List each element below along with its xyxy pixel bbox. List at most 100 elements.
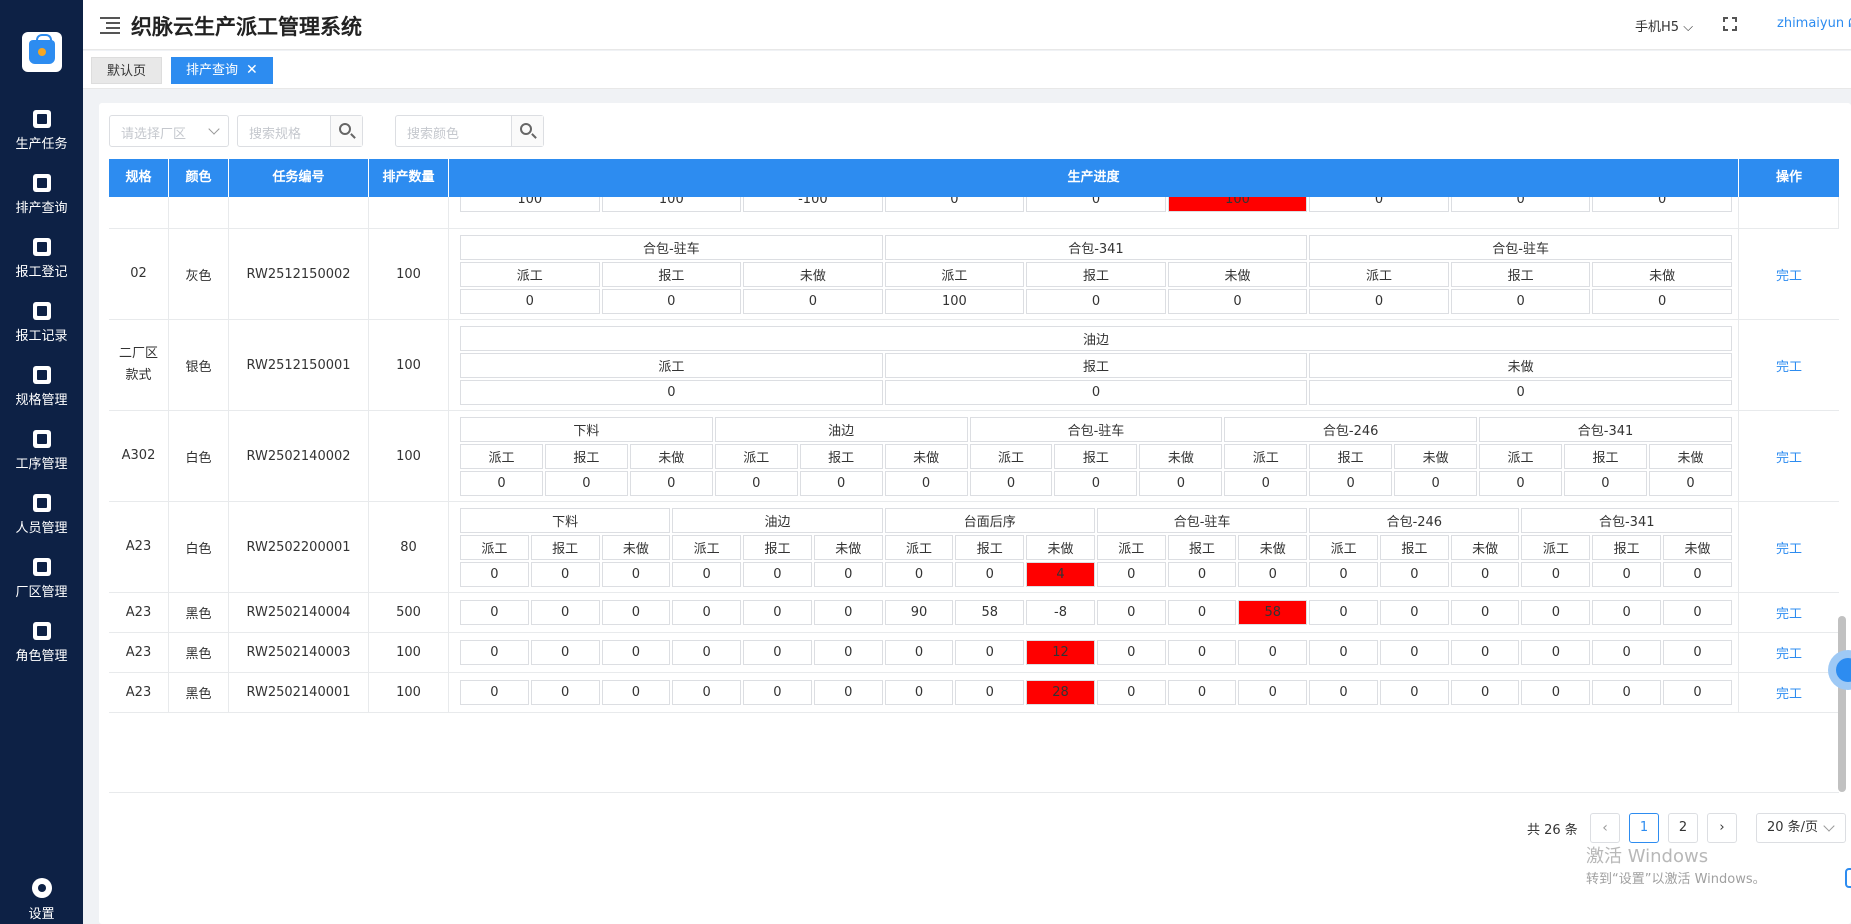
sidebar-item-label: 报工登记	[15, 265, 68, 280]
search-doc-icon	[32, 174, 51, 192]
progress-value: 0	[460, 562, 529, 587]
color-search-button[interactable]	[511, 116, 543, 146]
sidebar-item-2[interactable]: 排产查询	[0, 174, 83, 232]
complete-link[interactable]: 完工	[1776, 603, 1802, 622]
sub-header: 报工	[1450, 262, 1591, 287]
menu-toggle-icon[interactable]	[100, 17, 120, 34]
table-scrollbar[interactable]	[1838, 616, 1846, 792]
color-cell: 黑色	[169, 593, 229, 632]
app-logo[interactable]	[22, 32, 62, 72]
progress-value: 0	[460, 380, 883, 405]
complete-link[interactable]: 完工	[1776, 538, 1802, 557]
sub-header: 报工	[1054, 444, 1138, 469]
complete-link[interactable]: 完工	[1776, 356, 1802, 375]
progress-value: 58	[955, 600, 1025, 625]
progress-value: 0	[1450, 600, 1520, 625]
complete-link[interactable]: 完工	[1776, 265, 1802, 284]
progress-value: 0	[672, 562, 742, 587]
progress-value: 0	[1663, 562, 1732, 587]
sidebar-item-label: 报工记录	[15, 329, 68, 344]
fullscreen-icon[interactable]	[1722, 16, 1738, 32]
complete-link[interactable]: 完工	[1776, 643, 1802, 662]
progress-value: 0	[672, 640, 742, 665]
sub-header: 未做	[1026, 535, 1095, 560]
mobile-h5-dropdown[interactable]: 手机H5 ⌵	[1635, 16, 1693, 35]
sidebar-item-1[interactable]: 生产任务	[0, 110, 83, 168]
progress-value-alert: 28	[1026, 680, 1095, 705]
sub-header: 派工	[1224, 444, 1308, 469]
task-no-cell: RW2502140004	[229, 593, 369, 632]
sidebar-item-4[interactable]: 报工记录	[0, 302, 83, 360]
progress-value: 0	[1663, 640, 1732, 665]
color-search-input[interactable]: 搜索颜色	[395, 115, 544, 147]
page-size-select[interactable]: 20 条/页	[1756, 813, 1846, 843]
factory-select[interactable]: 请选择厂区	[109, 115, 229, 147]
progress-value: 0	[884, 197, 1025, 212]
progress-value: 0	[1592, 197, 1732, 212]
progress-grid: 合包-驻车 合包-341 合包-驻车 派工 报工 未做 派工 报工 未做 派工 报工 未做 0 0 0 100…	[458, 233, 1734, 316]
progress-cell: 油边 派工 报工 未做 0 0 0	[449, 320, 1739, 410]
sidebar-item-9[interactable]: 角色管理	[0, 622, 83, 680]
page-button-1[interactable]: 1	[1629, 813, 1659, 843]
table-row: A23 黑色 RW2502140004 500 0 0 0 0 0 0 90 58 -8 0 0 58 0 0 0 0…	[109, 593, 1839, 633]
header-operation: 操作	[1775, 170, 1802, 185]
spec-search-button[interactable]	[330, 116, 362, 146]
complete-link[interactable]: 完工	[1776, 683, 1802, 702]
progress-value: 0	[714, 471, 798, 496]
progress-value: 0	[743, 680, 812, 705]
sidebar-item-6[interactable]: 工序管理	[0, 430, 83, 488]
qty-cell: 100	[369, 411, 449, 501]
side-widget-icon[interactable]	[1845, 868, 1851, 888]
progress-value: 0	[1394, 471, 1478, 496]
progress-value: 0	[601, 640, 671, 665]
spec-cell: A302	[109, 411, 169, 501]
progress-value: 100	[460, 197, 600, 212]
spec-search-input[interactable]: 搜索规格	[237, 115, 363, 147]
sub-header: 报工	[799, 444, 883, 469]
color-search-placeholder: 搜索颜色	[407, 127, 460, 142]
qty-cell: 100	[369, 229, 449, 319]
spec-search-placeholder: 搜索规格	[249, 127, 302, 142]
sub-header: 未做	[1238, 535, 1308, 560]
next-page-button[interactable]: ›	[1707, 813, 1737, 843]
progress-value: 0	[601, 289, 742, 314]
tab-schedule-query[interactable]: 排产查询 ✕	[171, 57, 273, 84]
progress-value: 0	[1309, 680, 1378, 705]
progress-value: 0	[530, 640, 600, 665]
progress-value: -8	[1026, 600, 1095, 625]
progress-cell: 0 0 0 0 0 0 0 0 12 0 0 0 0 0 0 0 0 0	[449, 633, 1739, 672]
user-menu[interactable]: zhimaiyun ᕱ	[1777, 16, 1851, 31]
process-name: 合包-驻车	[460, 235, 883, 260]
progress-value: 0	[1379, 562, 1449, 587]
shirt-icon	[32, 366, 51, 384]
chevron-down-icon: ⌵	[1683, 20, 1694, 35]
process-name: 油边	[460, 326, 1732, 351]
task-icon	[32, 110, 51, 128]
table-cell	[369, 197, 449, 228]
progress-value: 0	[1592, 680, 1662, 705]
sub-header: 派工	[1309, 535, 1378, 560]
pagination-total: 共 26 条	[1527, 823, 1578, 838]
prev-page-button[interactable]: ‹	[1590, 813, 1620, 843]
operation-cell: 完工	[1739, 673, 1839, 712]
page-button-2[interactable]: 2	[1668, 813, 1698, 843]
shopping-bag-icon	[29, 34, 55, 64]
sidebar-item-settings[interactable]: 设置	[0, 878, 83, 924]
sidebar-item-label: 排产查询	[15, 201, 68, 216]
operation-cell: 完工	[1739, 320, 1839, 410]
sidebar-item-5[interactable]: 规格管理	[0, 366, 83, 424]
progress-value: 0	[1663, 600, 1732, 625]
complete-link[interactable]: 完工	[1776, 447, 1802, 466]
operation-cell	[1739, 197, 1839, 228]
close-icon[interactable]: ✕	[246, 62, 258, 78]
tab-default[interactable]: 默认页	[91, 57, 163, 84]
sidebar-item-8[interactable]: 厂区管理	[0, 558, 83, 616]
progress-value: 0	[672, 600, 742, 625]
sub-header: 未做	[1309, 353, 1732, 378]
sidebar-item-7[interactable]: 人员管理	[0, 494, 83, 552]
sidebar-item-3[interactable]: 报工登记	[0, 238, 83, 296]
progress-value: 0	[813, 600, 883, 625]
progress-value: 0	[1521, 640, 1591, 665]
progress-value: 0	[1096, 640, 1166, 665]
progress-value: 0	[1450, 197, 1591, 212]
